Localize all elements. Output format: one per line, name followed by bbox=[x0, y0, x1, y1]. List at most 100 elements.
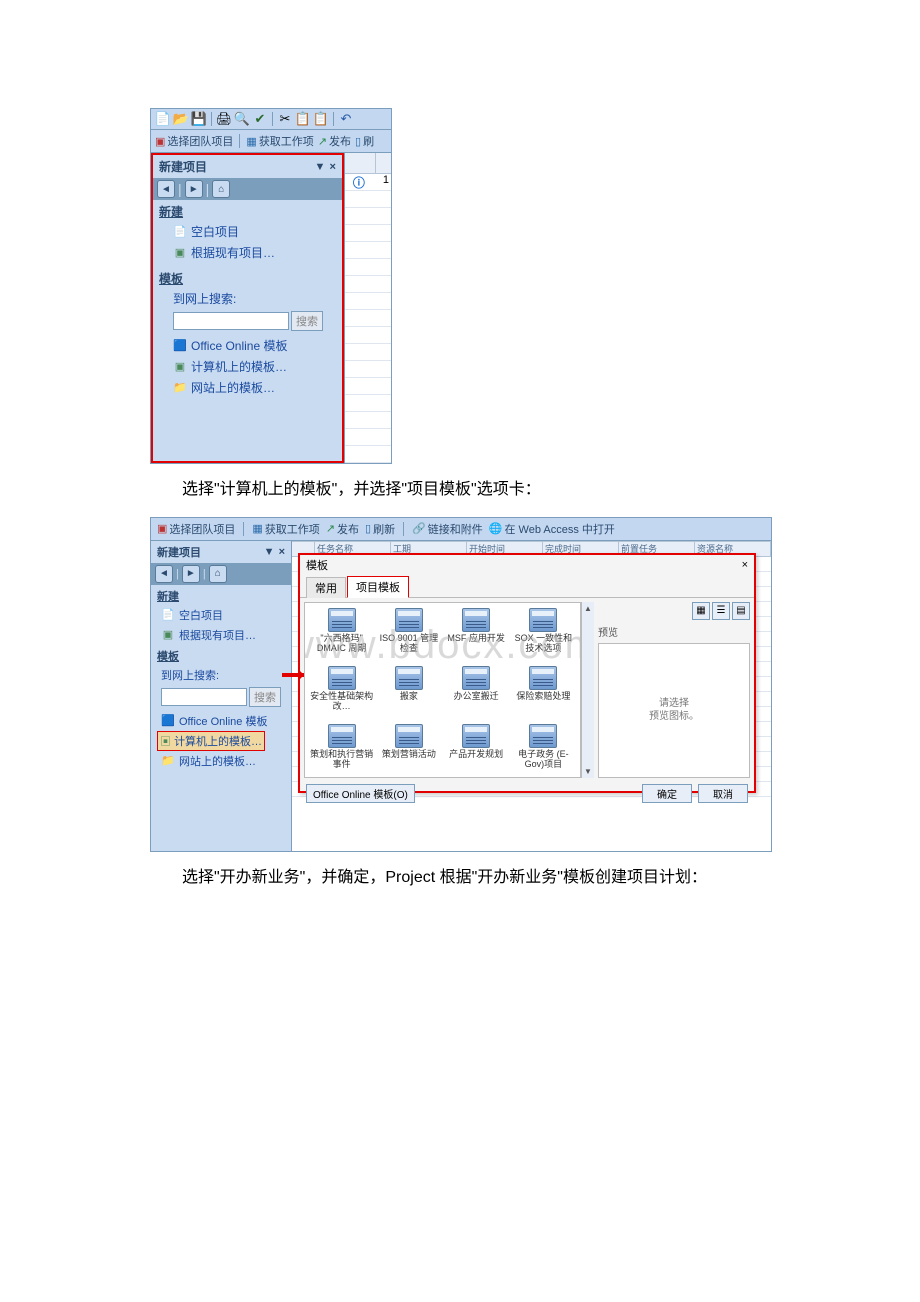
template-file-icon bbox=[395, 608, 423, 632]
search-online-input[interactable] bbox=[173, 312, 289, 330]
dialog-title: 模板 bbox=[306, 557, 328, 573]
new-icon[interactable]: 📄 bbox=[155, 111, 171, 127]
dropdown-icon[interactable]: ▼ bbox=[264, 546, 275, 558]
spellcheck-icon[interactable]: ✔ bbox=[252, 111, 268, 127]
get-work-items-button[interactable]: ▦获取工作项 bbox=[252, 521, 319, 537]
template-item[interactable]: "六西格玛" DMAIC 周期 bbox=[309, 607, 374, 663]
callout-arrow-icon bbox=[282, 673, 304, 677]
template-file-icon bbox=[395, 666, 423, 690]
templates-icon: ▣ bbox=[160, 736, 171, 748]
view-list-button[interactable]: ☰ bbox=[712, 602, 730, 620]
template-item[interactable]: MSF 应用开发 bbox=[444, 607, 509, 663]
close-icon[interactable]: × bbox=[279, 546, 285, 558]
search-button[interactable]: 搜索 bbox=[249, 687, 281, 707]
publish-button[interactable]: ↗发布 bbox=[318, 133, 351, 149]
nav-forward-icon[interactable]: ► bbox=[185, 180, 203, 198]
cancel-button[interactable]: 取消 bbox=[698, 784, 748, 803]
nav-home-icon[interactable]: ⌂ bbox=[212, 180, 230, 198]
scroll-down-icon[interactable]: ▼ bbox=[584, 767, 592, 776]
view-details-button[interactable]: ▤ bbox=[732, 602, 750, 620]
link-blank-project[interactable]: 📄空白项目 bbox=[151, 605, 291, 625]
link-office-online-templates[interactable]: 🟦Office Online 模板 bbox=[151, 711, 291, 731]
select-team-project-button[interactable]: ▣选择团队项目 bbox=[155, 133, 233, 149]
template-item[interactable]: ISO 9001 管理检查 bbox=[376, 607, 441, 663]
template-item-label: 产品开发规划 bbox=[449, 750, 503, 760]
template-item[interactable]: 电子政务 (E-Gov)项目 bbox=[511, 723, 576, 778]
template-item[interactable]: 策划和执行营销事件 bbox=[309, 723, 374, 778]
refresh-button[interactable]: ▯刷 bbox=[355, 133, 374, 149]
link-computer-templates[interactable]: ▣计算机上的模板… bbox=[159, 356, 336, 377]
screenshot-2-templates-dialog: ▣选择团队项目 ▦获取工作项 ↗发布 ▯刷新 🔗链接和附件 🌐在 Web Acc… bbox=[150, 517, 772, 852]
template-item[interactable]: 安全性基础架构改… bbox=[309, 665, 374, 721]
copy-icon[interactable]: 📋 bbox=[295, 111, 311, 127]
nav-home-icon[interactable]: ⌂ bbox=[209, 565, 227, 583]
scroll-up-icon[interactable]: ▲ bbox=[584, 604, 592, 613]
link-website-templates[interactable]: 📁网站上的模板… bbox=[151, 751, 291, 771]
team-toolbar-2: ▣选择团队项目 ▦获取工作项 ↗发布 ▯刷新 🔗链接和附件 🌐在 Web Acc… bbox=[151, 518, 771, 541]
section-new: 新建 bbox=[151, 585, 291, 605]
open-web-access-button[interactable]: 🌐在 Web Access 中打开 bbox=[489, 521, 615, 537]
save-icon[interactable]: 💾 bbox=[191, 111, 207, 127]
open-icon[interactable]: 📂 bbox=[173, 111, 189, 127]
nav-back-icon[interactable]: ◄ bbox=[155, 565, 173, 583]
link-from-existing[interactable]: ▣根据现有项目… bbox=[159, 242, 336, 263]
search-online-label: 到网上搜索: bbox=[151, 665, 291, 685]
template-item-label: 保险索赔处理 bbox=[516, 692, 570, 702]
standard-toolbar: 📄 📂 💾 🖨 🔍 ✔ ✂ 📋 📋 ↶ bbox=[151, 109, 391, 130]
template-file-icon bbox=[529, 666, 557, 690]
tab-general[interactable]: 常用 bbox=[306, 577, 346, 598]
team-toolbar: ▣选择团队项目 ▦获取工作项 ↗发布 ▯刷 bbox=[151, 130, 391, 153]
dropdown-icon[interactable]: ▼ bbox=[315, 161, 326, 173]
template-item-label: 搬家 bbox=[400, 692, 418, 702]
instruction-paragraph-1: 选择"计算机上的模板"，并选择"项目模板"选项卡： bbox=[150, 476, 770, 505]
template-item[interactable]: 产品开发规划 bbox=[444, 723, 509, 778]
template-item[interactable]: 保险索赔处理 bbox=[511, 665, 576, 721]
link-office-online-templates[interactable]: 🟦Office Online 模板 bbox=[159, 335, 336, 356]
print-icon[interactable]: 🖨 bbox=[216, 111, 232, 127]
cut-icon[interactable]: ✂ bbox=[277, 111, 293, 127]
select-team-project-button[interactable]: ▣选择团队项目 bbox=[157, 521, 235, 537]
web-folder-icon: 📁 bbox=[161, 754, 175, 768]
link-website-templates[interactable]: 📁网站上的模板… bbox=[159, 377, 336, 398]
template-file-icon bbox=[328, 608, 356, 632]
undo-icon[interactable]: ↶ bbox=[338, 111, 354, 127]
paste-icon[interactable]: 📋 bbox=[313, 111, 329, 127]
dialog-close-icon[interactable]: × bbox=[742, 559, 748, 571]
template-file-icon bbox=[462, 724, 490, 748]
office-online-templates-button[interactable]: Office Online 模板(O) bbox=[306, 784, 415, 803]
task-pane-nav: ◄ | ► | ⌂ bbox=[153, 178, 342, 200]
preview-label: 预览 bbox=[598, 622, 750, 641]
close-icon[interactable]: × bbox=[329, 161, 335, 173]
get-work-items-button[interactable]: ▦获取工作项 bbox=[246, 133, 313, 149]
link-from-existing[interactable]: ▣根据现有项目… bbox=[151, 625, 291, 645]
tab-project-templates[interactable]: 项目模板 bbox=[347, 576, 409, 598]
publish-button[interactable]: ↗发布 bbox=[326, 521, 359, 537]
template-item[interactable]: 办公室搬迁 bbox=[444, 665, 509, 721]
refresh-button[interactable]: ▯刷新 bbox=[365, 521, 395, 537]
office-icon: 🟦 bbox=[173, 339, 187, 353]
template-item[interactable]: SOX 一致性和技术选项 bbox=[511, 607, 576, 663]
template-item-label: ISO 9001 管理检查 bbox=[377, 634, 440, 654]
template-item[interactable]: 策划营销活动 bbox=[376, 723, 441, 778]
view-large-icons-button[interactable]: ▦ bbox=[692, 602, 710, 620]
info-icon: ⓘ bbox=[345, 174, 383, 190]
templates-dialog: 模板 × 常用 项目模板 www.bdocx.com "六西格玛" DMAIC … bbox=[298, 553, 756, 793]
links-attachments-button[interactable]: 🔗链接和附件 bbox=[412, 521, 483, 537]
link-blank-project[interactable]: 📄空白项目 bbox=[159, 221, 336, 242]
nav-forward-icon[interactable]: ► bbox=[182, 565, 200, 583]
ok-button[interactable]: 确定 bbox=[642, 784, 692, 803]
print-preview-icon[interactable]: 🔍 bbox=[234, 111, 250, 127]
office-icon: 🟦 bbox=[161, 714, 175, 728]
section-templates: 模板 bbox=[151, 645, 291, 665]
template-item-label: "六西格玛" DMAIC 周期 bbox=[310, 634, 373, 654]
gantt-area: 任务名称 工期 开始时间 完成时间 前置任务 资源名称 模板 × bbox=[292, 541, 771, 851]
template-list: www.bdocx.com "六西格玛" DMAIC 周期ISO 9001 管理… bbox=[304, 602, 581, 778]
search-button[interactable]: 搜索 bbox=[291, 311, 323, 331]
template-list-scrollbar[interactable]: ▲ ▼ bbox=[581, 602, 594, 778]
nav-back-icon[interactable]: ◄ bbox=[157, 180, 175, 198]
folder-icon: ▣ bbox=[173, 246, 187, 260]
template-item[interactable]: 搬家 bbox=[376, 665, 441, 721]
search-online-input[interactable] bbox=[161, 688, 247, 706]
link-computer-templates-highlighted[interactable]: ▣ 计算机上的模板… bbox=[157, 731, 265, 751]
template-file-icon bbox=[462, 666, 490, 690]
